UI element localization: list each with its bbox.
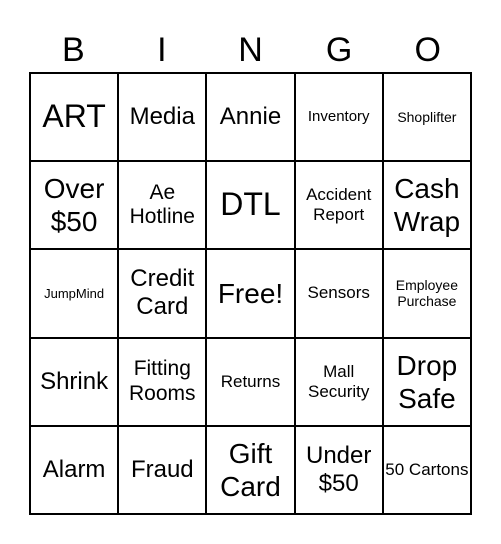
bingo-cell[interactable]: Cash Wrap (382, 161, 471, 250)
bingo-cell[interactable]: JumpMind (30, 249, 119, 338)
bingo-cell[interactable]: Mall Security (294, 337, 383, 426)
header-letter-i: I (157, 31, 167, 69)
bingo-cell[interactable]: 50 Cartons (382, 425, 471, 514)
bingo-cell[interactable]: Employee Purchase (382, 249, 471, 338)
bingo-cell[interactable]: Shoplifter (382, 73, 471, 162)
header-letter-o: O (414, 31, 441, 69)
bingo-cell[interactable]: ART (30, 73, 119, 162)
bingo-cell[interactable]: Drop Safe (382, 337, 471, 426)
bingo-cell[interactable]: Over $50 (30, 161, 119, 250)
bingo-cell[interactable]: Credit Card (118, 249, 207, 338)
bingo-cell[interactable]: Shrink (30, 337, 119, 426)
bingo-header: B I N G O (29, 28, 472, 72)
header-letter-n: N (238, 31, 263, 69)
bingo-cell-free-space[interactable]: Free! (206, 249, 295, 338)
bingo-grid: ART Media Annie Inventory Shoplifter Ove… (29, 72, 472, 515)
bingo-cell[interactable]: Fraud (118, 425, 207, 514)
bingo-cell[interactable]: Sensors (294, 249, 383, 338)
bingo-cell[interactable]: Alarm (30, 425, 119, 514)
bingo-cell[interactable]: Inventory (294, 73, 383, 162)
bingo-cell[interactable]: Gift Card (206, 425, 295, 514)
bingo-cell[interactable]: Under $50 (294, 425, 383, 514)
bingo-cell[interactable]: Returns (206, 337, 295, 426)
bingo-cell[interactable]: Ae Hotline (118, 161, 207, 250)
header-letter-b: B (61, 31, 85, 69)
bingo-cell[interactable]: Annie (206, 73, 295, 162)
bingo-cell[interactable]: Media (118, 73, 207, 162)
bingo-cell[interactable]: DTL (206, 161, 295, 250)
bingo-cell[interactable]: Fitting Rooms (118, 337, 207, 426)
bingo-cell[interactable]: Accident Report (294, 161, 383, 250)
header-letter-g: G (325, 31, 353, 69)
